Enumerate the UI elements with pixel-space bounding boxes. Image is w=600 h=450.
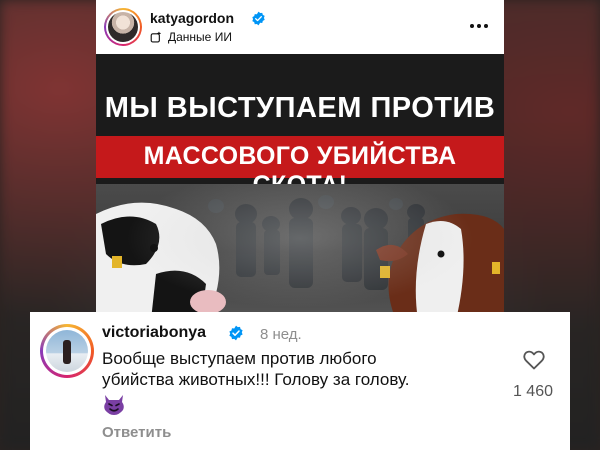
heart-outline-icon[interactable] [522,348,546,372]
comment-card: victoriabonya 8 нед. Вообще выступаем пр… [30,312,570,450]
post-image[interactable]: МЫ ВЫСТУПАЕМ ПРОТИВ МАССОВОГО УБИЙСТВА С… [96,54,504,320]
image-headline-line1: МЫ ВЫСТУПАЕМ ПРОТИВ [104,92,496,124]
post-header: katyagordon Данные ИИ [96,0,504,54]
like-count: 1 460 [512,383,553,400]
more-dots-icon [470,24,474,28]
ai-info-icon [150,31,161,43]
commenter-username[interactable]: victoriabonya [102,324,206,342]
smiling-imp-emoji-icon [104,395,124,415]
more-options-button[interactable] [466,16,492,36]
verified-badge-icon [229,325,243,341]
comment-timestamp: 8 нед. [260,326,302,343]
verified-badge-icon [252,11,265,26]
instagram-post: katyagordon Данные ИИ МЫ ВЫСТУПАЕМ ПРОТИ… [96,0,504,320]
ai-info-text: Данные ИИ [168,30,232,44]
commenter-avatar[interactable] [40,324,94,378]
reply-button[interactable]: Ответить [102,424,171,441]
comment-text: Вообще выступаем против любого убийства … [102,349,410,389]
post-author-username[interactable]: katyagordon [150,10,234,26]
post-author-avatar[interactable] [104,8,142,46]
ai-info-label[interactable]: Данные ИИ [150,30,232,44]
